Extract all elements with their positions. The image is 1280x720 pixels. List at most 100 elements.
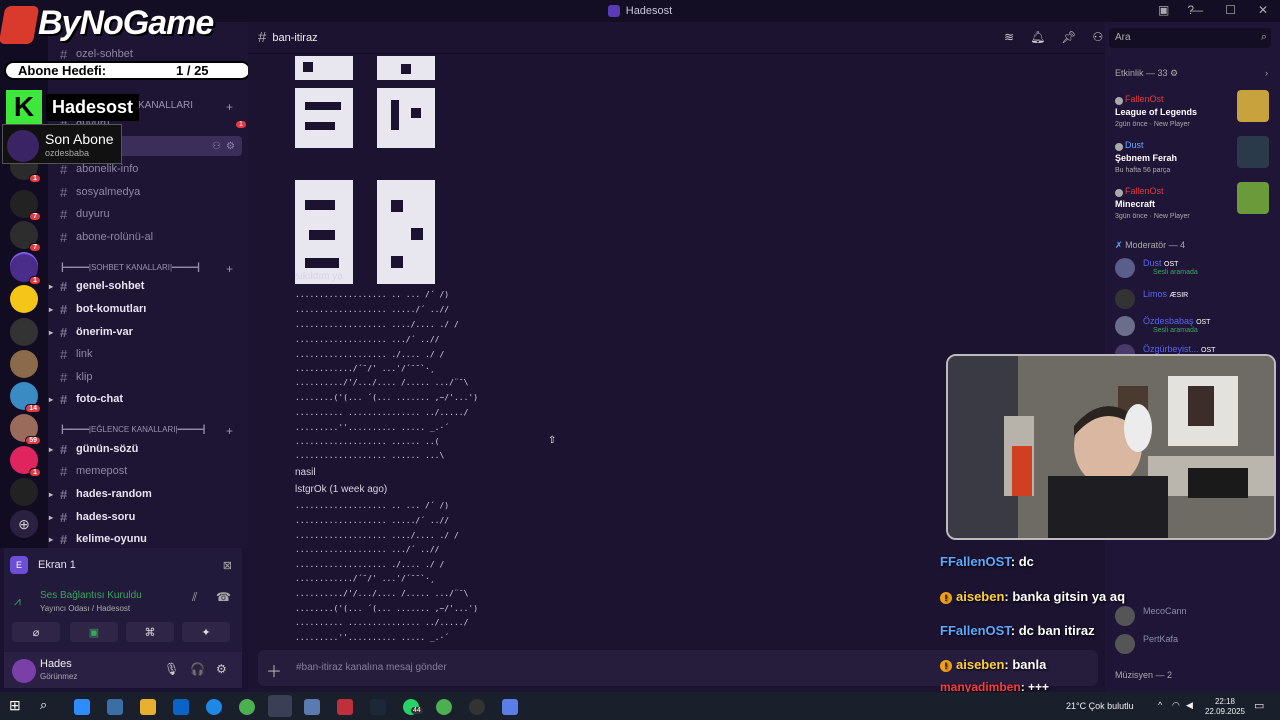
chevron-right-icon[interactable]: › bbox=[1265, 68, 1268, 78]
bell-icon[interactable]: 🔔︎ bbox=[1030, 30, 1045, 44]
channel-onerim-var[interactable]: ▸ # önerim-var bbox=[49, 322, 242, 342]
file-explorer-icon[interactable] bbox=[140, 699, 156, 715]
member-item[interactable]: Dust OST Sesli aramada bbox=[1115, 256, 1275, 278]
volume-icon[interactable]: ◀ bbox=[1186, 700, 1193, 711]
chrome-icon[interactable] bbox=[239, 699, 255, 715]
channel-sosyalmedya[interactable]: # sosyalmedya bbox=[60, 182, 242, 202]
server-icon[interactable]: 7 bbox=[10, 221, 41, 252]
unread-dot-icon: ▸ bbox=[49, 394, 54, 404]
search-icon[interactable]: ⌕ bbox=[40, 697, 56, 713]
copilot-icon[interactable] bbox=[74, 699, 90, 715]
add-channel-icon[interactable]: + bbox=[226, 100, 233, 114]
ascii-line: ................... ./.... ./ / bbox=[295, 560, 445, 569]
voice-room[interactable]: Yayıncı Odası / Hadesost bbox=[40, 604, 130, 613]
discord-active-icon[interactable] bbox=[268, 695, 292, 717]
chrome-icon[interactable] bbox=[436, 699, 452, 715]
add-server-icon[interactable]: ⊕ bbox=[10, 510, 38, 538]
activity-header[interactable]: Etkinlik — 33 ⚙ › bbox=[1115, 68, 1268, 79]
obs-icon[interactable] bbox=[469, 699, 485, 715]
activity-card[interactable]: FallenOst Minecraft 3gün önce · New Play… bbox=[1115, 182, 1275, 230]
channel-foto-chat[interactable]: ▸ # foto-chat bbox=[49, 389, 242, 409]
activity-card[interactable]: Dust Şebnem Ferah Bu hafta 56 parça bbox=[1115, 136, 1275, 184]
server-icon[interactable] bbox=[10, 285, 38, 313]
member-item[interactable]: Limos ÆSIR bbox=[1115, 287, 1275, 309]
gear-icon[interactable]: ⚙ bbox=[216, 662, 227, 676]
server-icon[interactable]: 1 bbox=[10, 446, 41, 477]
channel-bot-komutlari[interactable]: ▸ # bot-komutları bbox=[49, 299, 242, 319]
whatsapp-icon[interactable]: 44 bbox=[403, 699, 423, 715]
disconnect-icon[interactable]: ☎ bbox=[216, 590, 231, 604]
server-icon[interactable]: 59 bbox=[10, 414, 41, 445]
ascii-line: .......... ............... ../...../ bbox=[295, 618, 469, 627]
add-channel-icon[interactable]: + bbox=[226, 262, 233, 276]
server-icon[interactable]: 14 bbox=[10, 382, 41, 413]
notification-icon[interactable]: ▭ bbox=[1254, 699, 1264, 712]
member-item[interactable]: Özdesbabaş OST Sesli aramada bbox=[1115, 314, 1275, 336]
channel-klip[interactable]: # klip bbox=[60, 367, 242, 387]
inbox-icon[interactable]: ▣ bbox=[1158, 3, 1169, 17]
close-icon[interactable]: ⊠ bbox=[223, 559, 232, 572]
activity-card[interactable]: FallenOst League of Legends 2gün önce · … bbox=[1115, 90, 1275, 138]
maximize-button[interactable]: ☐ bbox=[1225, 3, 1236, 17]
app-icon[interactable] bbox=[304, 699, 320, 715]
channel-duyuru[interactable]: # duyuru bbox=[60, 204, 242, 224]
threads-icon[interactable]: ≋ bbox=[1004, 30, 1014, 44]
app-icon[interactable] bbox=[337, 699, 353, 715]
chat-line: FFallenOST: dc bbox=[940, 554, 1034, 569]
pin-icon[interactable]: 📌︎ bbox=[1061, 30, 1076, 44]
weather-widget[interactable]: 21°C Çok bulutlu bbox=[1066, 701, 1134, 711]
microphone-icon[interactable]: 🎙 bbox=[164, 662, 179, 676]
username: Hades bbox=[40, 658, 72, 670]
app-icon[interactable] bbox=[502, 699, 518, 715]
ascii-art-block bbox=[295, 88, 353, 148]
add-member-icon[interactable]: ⚇ bbox=[212, 141, 221, 152]
server-icon[interactable] bbox=[10, 478, 38, 506]
channel-abone-rolu-al[interactable]: # abone-rolünü-al bbox=[60, 227, 242, 247]
camera-off-button[interactable]: ⌀ bbox=[12, 622, 60, 642]
chat-line: ! aiseben: banla bbox=[940, 657, 1046, 672]
wifi-icon[interactable]: ◠ bbox=[1172, 700, 1180, 711]
hash-icon: # bbox=[60, 229, 68, 245]
headphones-icon[interactable]: 🎧 bbox=[190, 662, 205, 676]
task-view-icon[interactable] bbox=[107, 699, 123, 715]
windows-start-icon[interactable]: ⊞ bbox=[9, 697, 25, 713]
soundboard-button[interactable]: ✦ bbox=[182, 622, 230, 642]
steam-icon[interactable] bbox=[370, 699, 386, 715]
signal-icon: ⩘ bbox=[14, 594, 21, 608]
add-channel-icon[interactable]: + bbox=[226, 424, 233, 438]
noise-suppression-icon[interactable]: ⫽ bbox=[192, 590, 197, 605]
channel-genel-sohbet[interactable]: ▸ # genel-sohbet bbox=[49, 276, 242, 296]
settings-icon[interactable]: ⚙ bbox=[226, 141, 235, 152]
server-icon[interactable]: 7 bbox=[10, 190, 41, 221]
screen-share-button[interactable]: ▣ bbox=[70, 622, 118, 642]
minimize-button[interactable]: — bbox=[1191, 3, 1203, 17]
avatar bbox=[1115, 289, 1135, 309]
mouse-cursor-icon: ⇧ bbox=[548, 435, 557, 446]
channel-hades-soru[interactable]: ▸ # hades-soru bbox=[49, 507, 242, 527]
connection-status: Ses Bağlantısı Kuruldu bbox=[40, 590, 142, 601]
members-icon[interactable]: ⚇ bbox=[1093, 30, 1104, 44]
category-eglence[interactable]: ┣━━━━━|EĞLENCE KANALLARI|━━━━━┫ + bbox=[60, 424, 233, 438]
channel-memepost[interactable]: # memepost bbox=[60, 461, 242, 481]
channel-kelime-oyunu[interactable]: ▸ # kelime-oyunu bbox=[49, 529, 242, 548]
screen-share-bar[interactable]: E Ekran 1 ⊠ bbox=[10, 553, 236, 577]
server-icon[interactable] bbox=[10, 350, 38, 378]
channel-gunun-sozu[interactable]: ▸ # günün-sözü bbox=[49, 439, 242, 459]
activity-title: Minecraft bbox=[1115, 199, 1156, 209]
clock[interactable]: 22:18 22.09.2025 bbox=[1200, 697, 1250, 717]
activity-button[interactable]: ⌘ bbox=[126, 622, 174, 642]
search-input[interactable]: Ara ⌕ bbox=[1109, 28, 1271, 48]
channel-link[interactable]: # link bbox=[60, 344, 242, 364]
edge-icon[interactable] bbox=[206, 699, 222, 715]
tray-chevron-icon[interactable]: ^ bbox=[1158, 700, 1162, 710]
close-button[interactable]: ✕ bbox=[1258, 3, 1268, 17]
add-attachment-icon[interactable]: ＋ bbox=[266, 658, 282, 682]
channel-hades-random[interactable]: ▸ # hades-random bbox=[49, 484, 242, 504]
avatar[interactable] bbox=[12, 659, 36, 683]
screen-icon: E bbox=[10, 556, 28, 574]
server-icon-hadesost[interactable]: 1 bbox=[10, 254, 41, 285]
category-sohbet[interactable]: ┣━━━━━|SOHBET KANALLARI|━━━━━┫ + bbox=[60, 262, 233, 276]
server-icon[interactable] bbox=[10, 318, 38, 346]
outlook-icon[interactable] bbox=[173, 699, 189, 715]
channel-label: foto-chat bbox=[76, 393, 124, 405]
